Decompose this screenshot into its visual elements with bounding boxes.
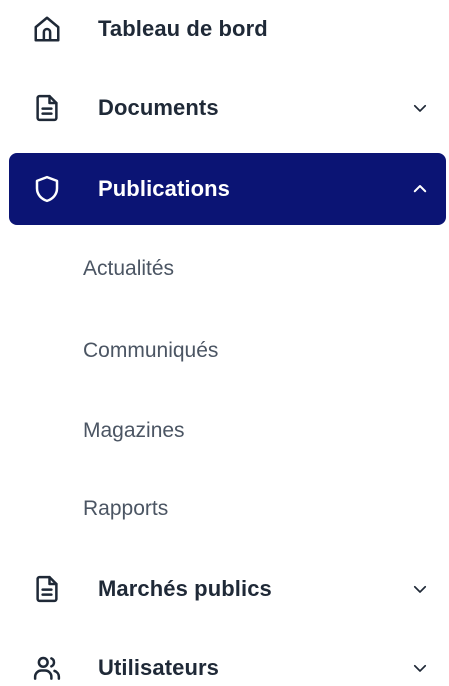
submenu-item-communiques[interactable]: Communiqués [83,339,218,363]
document-icon [32,93,62,123]
chevron-up-icon[interactable] [410,179,430,199]
sidebar-item-documents[interactable]: Documents [9,72,446,144]
submenu-item-rapports[interactable]: Rapports [83,497,168,521]
document-icon [32,574,62,604]
sidebar-item-tableau-de-bord[interactable]: Tableau de bord [9,0,446,65]
sidebar-item-label: Publications [98,176,230,201]
submenu-item-actualites[interactable]: Actualités [83,257,174,281]
shield-icon [32,174,62,204]
sidebar-item-label: Tableau de bord [98,16,268,41]
home-icon [32,14,62,44]
sidebar-item-marches-publics[interactable]: Marchés publics [9,553,446,625]
sidebar-item-publications[interactable]: Publications [9,153,446,225]
sidebar-item-utilisateurs[interactable]: Utilisateurs [9,632,446,686]
users-icon [32,653,62,683]
chevron-down-icon[interactable] [410,98,430,118]
sidebar-item-label: Utilisateurs [98,655,220,680]
submenu-item-magazines[interactable]: Magazines [83,419,185,443]
chevron-down-icon[interactable] [410,658,430,678]
sidebar-nav: Tableau de bord Documents Publications A… [0,0,449,686]
chevron-down-icon[interactable] [410,579,430,599]
sidebar-item-label: Documents [98,95,219,120]
sidebar-item-label: Marchés publics [98,576,272,601]
